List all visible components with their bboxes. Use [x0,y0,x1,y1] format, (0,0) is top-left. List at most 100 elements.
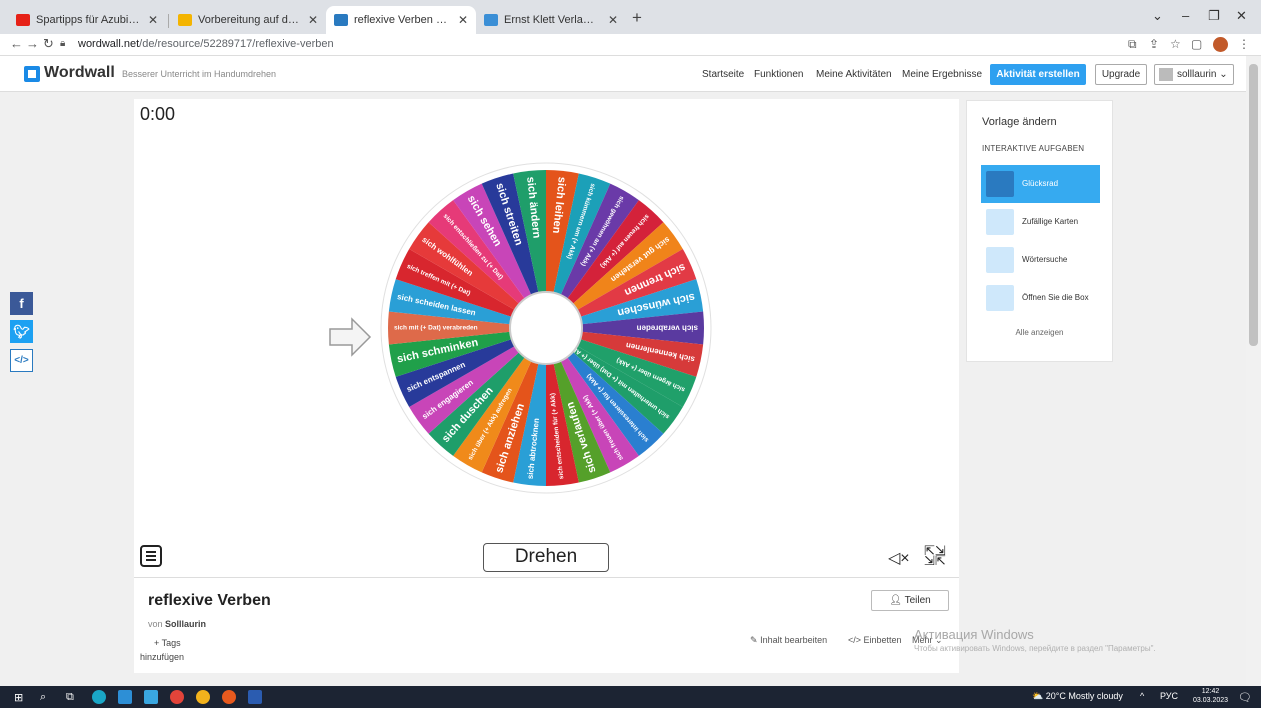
bookmark-star-icon[interactable]: ☆ [1170,37,1181,51]
date: 03.03.2023 [1193,697,1229,704]
share-icon[interactable]: ⇪ [1149,37,1159,51]
forward-icon[interactable]: → [26,36,39,51]
wordsearch-template-icon [986,247,1014,273]
spin-button[interactable]: Drehen [483,543,609,572]
game-panel: 0:00 sich leihen sich kümmern um (+ Akk) s… [134,99,959,577]
edit-content-link[interactable]: ✎ Inhalt bearbeiten [750,635,827,646]
add-tags-link-2[interactable]: hinzufügen [140,652,184,662]
calendar-icon[interactable] [144,690,158,704]
add-tags-link[interactable]: + Tags [154,638,181,648]
by-prefix: von [148,619,163,629]
notification-icon[interactable]: 🗨︎ [1238,691,1252,704]
author-line: von Solllaurin [148,619,206,629]
template-zufaellige-karten[interactable]: Zufällige Karten [981,203,1100,241]
wheel-svg[interactable]: sich leihensich kümmern um (+ Akk)sich g… [379,161,713,495]
tab-title: reflexive Verben - Glücksrad [354,14,450,26]
url-path: /de/resource/52289717/reflexive-verben [139,38,334,50]
maximize-icon[interactable]: ❐ [1208,8,1220,24]
search-icon[interactable]: ⌕ [40,691,46,704]
wheel-hub [509,291,583,365]
url-field[interactable]: wordwall.net/de/resource/52289717/reflex… [78,38,334,50]
word-icon[interactable] [248,690,262,704]
nav-meine-ergebnisse[interactable]: Meine Ergebnisse [902,69,982,80]
menu-button[interactable] [140,545,162,567]
facebook-share-icon[interactable]: f [10,292,33,315]
wheel-label: sich verabreden [637,324,698,333]
kebab-menu-icon[interactable]: ⋮ [1238,37,1250,51]
activity-info: reflexive Verben von Solllaurin + Tags h… [134,577,959,673]
upgrade-button[interactable]: Upgrade [1095,64,1147,85]
sidepanel-icon[interactable]: ▢ [1191,37,1202,51]
chrome-icon[interactable] [196,690,210,704]
new-tab-icon[interactable]: + [632,8,642,28]
translate-icon[interactable]: ⧉ [1128,37,1137,52]
clock[interactable]: 12:42 03.03.2023 [1193,687,1228,705]
template-woertersuche[interactable]: Wörtersuche [981,241,1100,279]
yandex-icon[interactable] [170,690,184,704]
template-label: Öffnen Sie die Box [1022,293,1089,302]
embed-link[interactable]: </> Einbetten [848,635,902,645]
logo[interactable]: Wordwall [44,64,115,82]
tray-chevron-icon[interactable]: ^ [1140,691,1144,701]
nav-funktionen[interactable]: Funktionen [754,69,803,80]
box-template-icon [986,285,1014,311]
nav-startseite[interactable]: Startseite [702,69,744,80]
browser-tabbar: Spartipps für Azubis – So sparst ✕ Vorbe… [0,0,1261,34]
scrollbar-thumb[interactable] [1249,64,1258,346]
tab-search-icon[interactable]: ⌄ [1152,8,1163,24]
tab-title: Vorbereitung auf die Klasse 11 - [198,14,300,26]
code-icon: </> [848,635,862,645]
share-button[interactable]: 👤︎ Teilen [871,590,949,611]
template-panel-title: Vorlage ändern [982,116,1057,128]
profile-avatar[interactable] [1213,37,1228,52]
show-all-link[interactable]: Alle anzeigen [967,328,1112,337]
edge-icon[interactable] [92,690,106,704]
wordwall-logo-icon[interactable] [24,66,40,82]
window-close-icon[interactable]: ✕ [1236,8,1247,24]
tab-1[interactable]: Spartipps für Azubis – So sparst ✕ [8,6,166,34]
close-icon[interactable]: ✕ [608,13,618,27]
template-label: Glücksrad [1022,179,1059,188]
fullscreen-icon[interactable]: ⇱⇲ ⇲⇱ [924,544,946,567]
mute-icon[interactable]: ◁× [888,548,910,568]
page-scrollbar[interactable] [1246,56,1261,686]
spin-wheel[interactable]: sich leihen sich kümmern um (+ Akk) sich g… [379,161,713,495]
opera-icon[interactable] [222,690,236,704]
windows-activation-title: Активация Windows [914,627,1034,642]
windows-start-icon[interactable]: ⊞ [14,691,23,704]
address-bar: ← → ↻ 🔒︎ wordwall.net/de/resource/522897… [0,34,1261,56]
template-oeffnen-box[interactable]: Öffnen Sie die Box [981,279,1100,317]
share-icon: 👤︎ [889,595,902,606]
tagline: Besserer Unterricht im Handumdrehen [122,69,277,79]
weather[interactable]: ⛅ 20°C Mostly cloudy [1032,691,1123,702]
embed-code-icon[interactable]: </> [10,349,33,372]
tab-2[interactable]: Vorbereitung auf die Klasse 11 - ✕ [170,6,326,34]
username: solllaurin [1177,69,1217,80]
close-icon[interactable]: ✕ [308,13,318,27]
template-label: Wörtersuche [1022,255,1068,264]
create-activity-button[interactable]: Aktivität erstellen [990,64,1086,85]
nav-meine-aktivitaeten[interactable]: Meine Aktivitäten [816,69,892,80]
lock-icon: 🔒︎ [60,38,66,49]
user-menu[interactable]: solllaurin ⌄ [1154,64,1234,85]
windows-activation-hint: Чтобы активировать Windows, перейдите в … [914,644,1156,653]
template-panel: Vorlage ändern INTERAKTIVE AUFGABEN Glüc… [966,100,1113,362]
tab-4[interactable]: Ernst Klett Verlag - Schulbücher ✕ [476,6,626,34]
share-label: Teilen [904,595,931,606]
taskview-icon[interactable]: ⧉ [66,691,74,704]
template-gluecksrad[interactable]: Glücksrad [981,165,1100,203]
youtube-icon [16,14,30,26]
back-icon[interactable]: ← [10,36,23,51]
edit-label: Inhalt bearbeiten [760,635,828,645]
language-indicator[interactable]: РУС [1160,691,1178,701]
close-icon[interactable]: ✕ [148,13,158,27]
twitter-share-icon[interactable]: 🐦︎ [10,320,33,343]
author-link[interactable]: Solllaurin [165,619,206,629]
wheel-template-icon [986,171,1014,197]
store-icon[interactable] [118,690,132,704]
embed-label: Einbetten [863,635,902,645]
pencil-icon: ✎ [750,635,758,645]
reload-icon[interactable]: ↻ [43,36,54,52]
minimize-icon[interactable]: – [1182,8,1189,23]
windows-taskbar: ⊞ ⌕ ⧉ ⛅ 20°C Mostly cloudy ^ РУС 12:42 03… [0,686,1261,708]
